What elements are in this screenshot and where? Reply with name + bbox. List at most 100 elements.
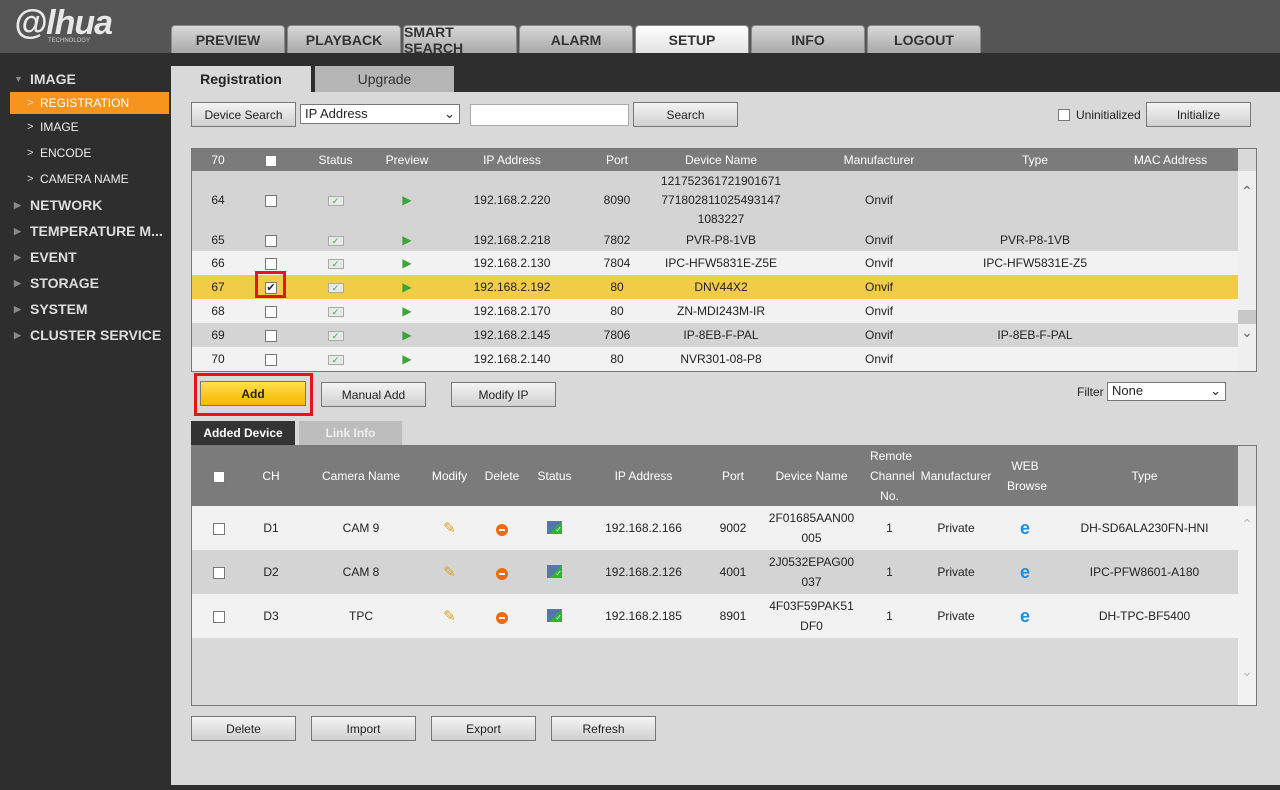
nav-tab-logout[interactable]: LOGOUT: [867, 25, 981, 53]
sidebar-item-event[interactable]: ▶ EVENT: [0, 244, 171, 270]
column-header[interactable]: [192, 446, 246, 506]
column-header: Delete: [473, 446, 531, 506]
search-button[interactable]: Search: [633, 102, 738, 127]
ie-browser-icon[interactable]: e: [1020, 518, 1030, 538]
nav-tab-smart-search[interactable]: SMART SEARCH: [403, 24, 517, 56]
table-row[interactable]: 67 ✔ ✓ ▶ 192.168.2.192 80 DNV44X2 Onvif: [192, 275, 1238, 299]
delete-icon[interactable]: [496, 611, 508, 624]
table-row[interactable]: D3 TPC ✎ ✓ 192.168.2.185 8901 4F03F59PAK51DF0 1…: [192, 594, 1238, 638]
sidebar-item-temperature-m-[interactable]: ▶ TEMPERATURE M...: [0, 218, 171, 244]
cell-select: [244, 229, 298, 251]
modify-ip-button[interactable]: Modify IP: [451, 382, 556, 407]
scroll-up-icon[interactable]: ⌃: [1238, 516, 1256, 533]
row-checkbox[interactable]: [265, 257, 277, 270]
filter-select[interactable]: None ⌄: [1107, 382, 1226, 401]
pencil-icon[interactable]: ✎: [443, 564, 456, 581]
cell-port: 7804: [603, 256, 631, 270]
dahua-logo: @lhua TECHNOLOGY: [14, 4, 113, 44]
sidebar-item-system[interactable]: ▶ SYSTEM: [0, 296, 171, 322]
cell-preview: ▶: [373, 323, 441, 347]
scroll-up-icon[interactable]: ⌃: [1238, 183, 1256, 200]
sidebar-item-camera-name[interactable]: > CAMERA NAME: [0, 166, 171, 192]
table-row[interactable]: 66 ✓ ▶ 192.168.2.130 7804 IPC-HFW5831E-Z5E Onv…: [192, 251, 1238, 275]
sidebar-item-network[interactable]: ▶ NETWORK: [0, 192, 171, 218]
row-checkbox[interactable]: [265, 234, 277, 247]
delete-icon[interactable]: [496, 567, 508, 580]
manual-add-button[interactable]: Manual Add: [321, 382, 426, 407]
table-row[interactable]: 64 ✓ ▶ 192.168.2.220 8090 1217523617219016717…: [192, 171, 1238, 229]
ie-browser-icon[interactable]: e: [1020, 562, 1030, 582]
column-header: Type: [1051, 446, 1238, 506]
column-header: Manufacturer: [913, 446, 999, 506]
play-icon[interactable]: ▶: [402, 352, 411, 366]
sidebar-item-registration[interactable]: > REGISTRATION: [10, 92, 169, 114]
play-icon[interactable]: ▶: [402, 256, 411, 270]
column-header: Remote Channel No.: [866, 446, 915, 506]
row-checkbox[interactable]: [265, 353, 277, 366]
nav-tab-playback[interactable]: PLAYBACK: [287, 25, 401, 53]
row-checkbox[interactable]: [213, 566, 225, 579]
play-icon[interactable]: ▶: [402, 280, 411, 294]
delete-icon[interactable]: [496, 523, 508, 536]
nav-tab-info[interactable]: INFO: [751, 25, 865, 53]
row-checkbox[interactable]: [265, 194, 277, 207]
scroll-down-icon[interactable]: ⌄: [1238, 663, 1256, 680]
nav-tab-preview[interactable]: PREVIEW: [171, 25, 285, 53]
add-button[interactable]: Add: [200, 381, 306, 406]
ie-browser-icon[interactable]: e: [1020, 606, 1030, 626]
pencil-icon[interactable]: ✎: [443, 520, 456, 537]
cell-web-browse: e: [999, 594, 1051, 638]
table-row[interactable]: 70 ✓ ▶ 192.168.2.140 80 NVR301-08-P8 Onvif: [192, 347, 1238, 371]
pencil-icon[interactable]: ✎: [443, 608, 456, 625]
table-row[interactable]: D2 CAM 8 ✎ ✓ 192.168.2.126 4001 2J0532EPAG0003…: [192, 550, 1238, 594]
sidebar-item-cluster-service[interactable]: ▶ CLUSTER SERVICE: [0, 322, 171, 348]
cell-port: 7802: [603, 233, 631, 247]
row-checkbox[interactable]: [213, 610, 225, 623]
column-header: Port: [709, 446, 757, 506]
cell-delete: [473, 594, 531, 638]
select-all-checkbox[interactable]: [265, 154, 277, 167]
cell-mac: [1103, 347, 1238, 371]
device-table-scrollbar[interactable]: ⌃ ⌄: [1238, 171, 1256, 371]
triangle-right-icon: ▶: [14, 251, 21, 262]
select-all-checkbox[interactable]: [213, 470, 225, 483]
cell-mfr: Onvif: [864, 328, 893, 342]
play-icon[interactable]: ▶: [402, 233, 411, 247]
row-checkbox[interactable]: [265, 305, 277, 318]
tab-upgrade[interactable]: Upgrade: [315, 66, 454, 92]
export-button[interactable]: Export: [431, 716, 536, 741]
play-icon[interactable]: ▶: [402, 193, 411, 207]
table-row[interactable]: 69 ✓ ▶ 192.168.2.145 7806 IP-8EB-F-PAL Onvif IP…: [192, 323, 1238, 347]
added-table-scrollbar[interactable]: ⌃ ⌄: [1238, 506, 1256, 705]
table-row[interactable]: 65 ✓ ▶ 192.168.2.218 7802 PVR-P8-1VB Onvif PVR-…: [192, 229, 1238, 251]
chevron-right-icon: >: [27, 97, 34, 109]
row-checkbox[interactable]: [265, 329, 277, 342]
search-type-select[interactable]: IP Address ⌄: [300, 104, 460, 124]
scroll-thumb[interactable]: [1238, 310, 1256, 324]
tab-registration[interactable]: Registration: [171, 66, 311, 92]
import-button[interactable]: Import: [311, 716, 416, 741]
nav-tab-alarm[interactable]: ALARM: [519, 25, 633, 53]
table-row[interactable]: 68 ✓ ▶ 192.168.2.170 80 ZN-MDI243M-IR Onvif: [192, 299, 1238, 323]
refresh-button[interactable]: Refresh: [551, 716, 656, 741]
sidebar-item-encode[interactable]: > ENCODE: [0, 140, 171, 166]
play-icon[interactable]: ▶: [402, 304, 411, 318]
column-header[interactable]: [244, 149, 298, 171]
row-checkbox[interactable]: [213, 522, 225, 535]
sidebar-item-label: REGISTRATION: [40, 96, 130, 110]
device-search-button[interactable]: Device Search: [191, 102, 296, 127]
nav-tab-setup[interactable]: SETUP: [635, 25, 749, 53]
sidebar-item-image[interactable]: > IMAGE: [0, 114, 171, 140]
uninitialized-checkbox[interactable]: [1058, 109, 1070, 121]
play-icon[interactable]: ▶: [402, 328, 411, 342]
sidebar-item-image[interactable]: ▼ IMAGE: [0, 66, 171, 92]
search-input[interactable]: [470, 104, 629, 126]
initialize-button[interactable]: Initialize: [1146, 102, 1251, 127]
sidebar-item-storage[interactable]: ▶ STORAGE: [0, 270, 171, 296]
scroll-down-icon[interactable]: ⌄: [1238, 324, 1256, 341]
triangle-right-icon: ▶: [14, 277, 21, 288]
tab-added-device[interactable]: Added Device: [191, 421, 295, 445]
delete-button[interactable]: Delete: [191, 716, 296, 741]
table-row[interactable]: D1 CAM 9 ✎ ✓ 192.168.2.166 9002 2F01685AAN0000…: [192, 506, 1238, 550]
tab-link-info[interactable]: Link Info: [299, 421, 402, 445]
